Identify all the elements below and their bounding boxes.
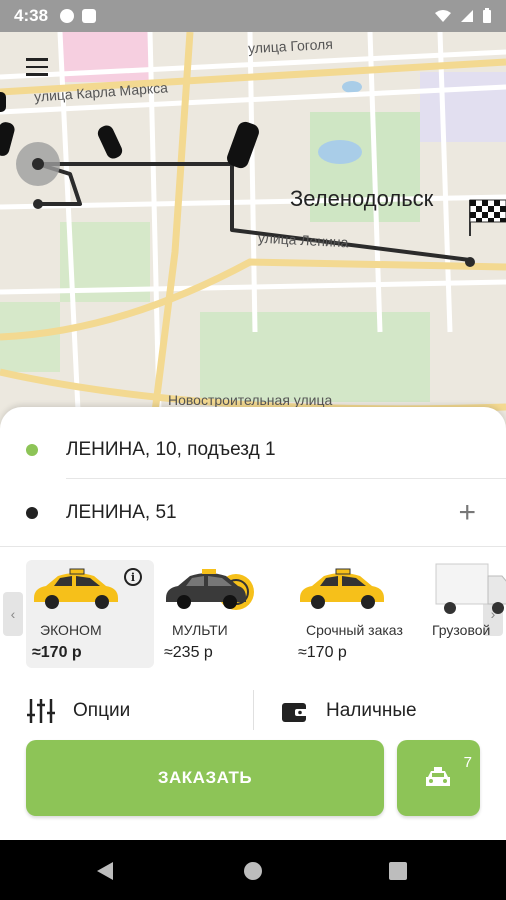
sliders-icon[interactable] <box>26 697 56 725</box>
destination-address: ЛЕНИНА, 51 <box>66 502 177 523</box>
nearby-taxis-button[interactable]: 7 <box>397 740 480 816</box>
options-label[interactable]: Опции <box>73 700 130 722</box>
add-stop-icon[interactable]: + <box>458 498 476 528</box>
multi-car-icon <box>166 569 254 610</box>
divider <box>66 478 506 479</box>
taxi-icon <box>426 767 450 786</box>
street-label-novostroitelnaya: Новостроительная улица <box>168 392 333 408</box>
wifi-icon <box>435 10 451 22</box>
order-button[interactable]: ЗАКАЗАТЬ <box>26 740 384 816</box>
pickup-address-row[interactable]: ЛЕНИНА, 10, подъезд 1 <box>0 419 506 481</box>
sd-card-icon <box>82 9 97 23</box>
payment-label[interactable]: Наличные <box>326 700 417 722</box>
tariff-name: Срочный заказ <box>306 622 403 638</box>
tariff-carousel[interactable]: ‹ › i ЭКОНОМ ≈170 р МУЛЬТИ ≈235 р Срочны… <box>0 548 506 678</box>
back-icon[interactable] <box>97 862 113 880</box>
status-time: 4:38 <box>14 6 49 25</box>
options-row: Опции Наличные <box>0 680 506 740</box>
wallet-icon[interactable] <box>281 699 309 723</box>
recent-apps-icon[interactable] <box>389 862 407 880</box>
tariff-urgent[interactable]: Срочный заказ ≈170 р <box>294 560 424 668</box>
tariff-price: ≈235 р <box>164 644 213 661</box>
tariff-cargo[interactable]: Грузовой <box>430 560 506 668</box>
divider <box>0 546 506 547</box>
tariff-price: ≈170 р <box>298 644 347 661</box>
tariff-name: МУЛЬТИ <box>172 622 228 638</box>
status-bar: 4:38 <box>0 0 506 32</box>
destination-address-row[interactable]: ЛЕНИНА, 51 + <box>0 482 506 544</box>
scroll-left-button[interactable]: ‹ <box>3 592 23 636</box>
tariff-name: Грузовой <box>432 622 491 638</box>
options-divider <box>253 690 254 730</box>
signal-icon <box>461 10 473 22</box>
menu-icon <box>26 58 48 61</box>
home-icon[interactable] <box>244 862 262 880</box>
menu-button[interactable] <box>26 52 62 82</box>
notification-icon <box>60 9 75 23</box>
city-label: Зеленодольск <box>290 186 434 211</box>
destination-dot-icon <box>26 507 38 519</box>
tariff-name: ЭКОНОМ <box>40 622 102 638</box>
truck-icon <box>435 563 506 614</box>
taxi-count-badge: 7 <box>463 754 472 771</box>
info-icon[interactable]: i <box>124 568 142 586</box>
navigation-bar <box>0 840 506 900</box>
tariff-multi[interactable]: МУЛЬТИ ≈235 р <box>160 560 284 668</box>
battery-icon <box>483 8 491 23</box>
taxi-car-icon <box>300 568 384 609</box>
pickup-dot-icon <box>26 444 38 456</box>
taxi-car-icon <box>34 568 118 609</box>
tariff-price: ≈170 р <box>32 644 82 661</box>
tariff-econom[interactable]: i ЭКОНОМ ≈170 р <box>26 560 154 668</box>
pickup-address: ЛЕНИНА, 10, подъезд 1 <box>66 439 276 460</box>
map[interactable]: улица Гоголя улица Карла Маркса улица Ле… <box>0 32 506 452</box>
